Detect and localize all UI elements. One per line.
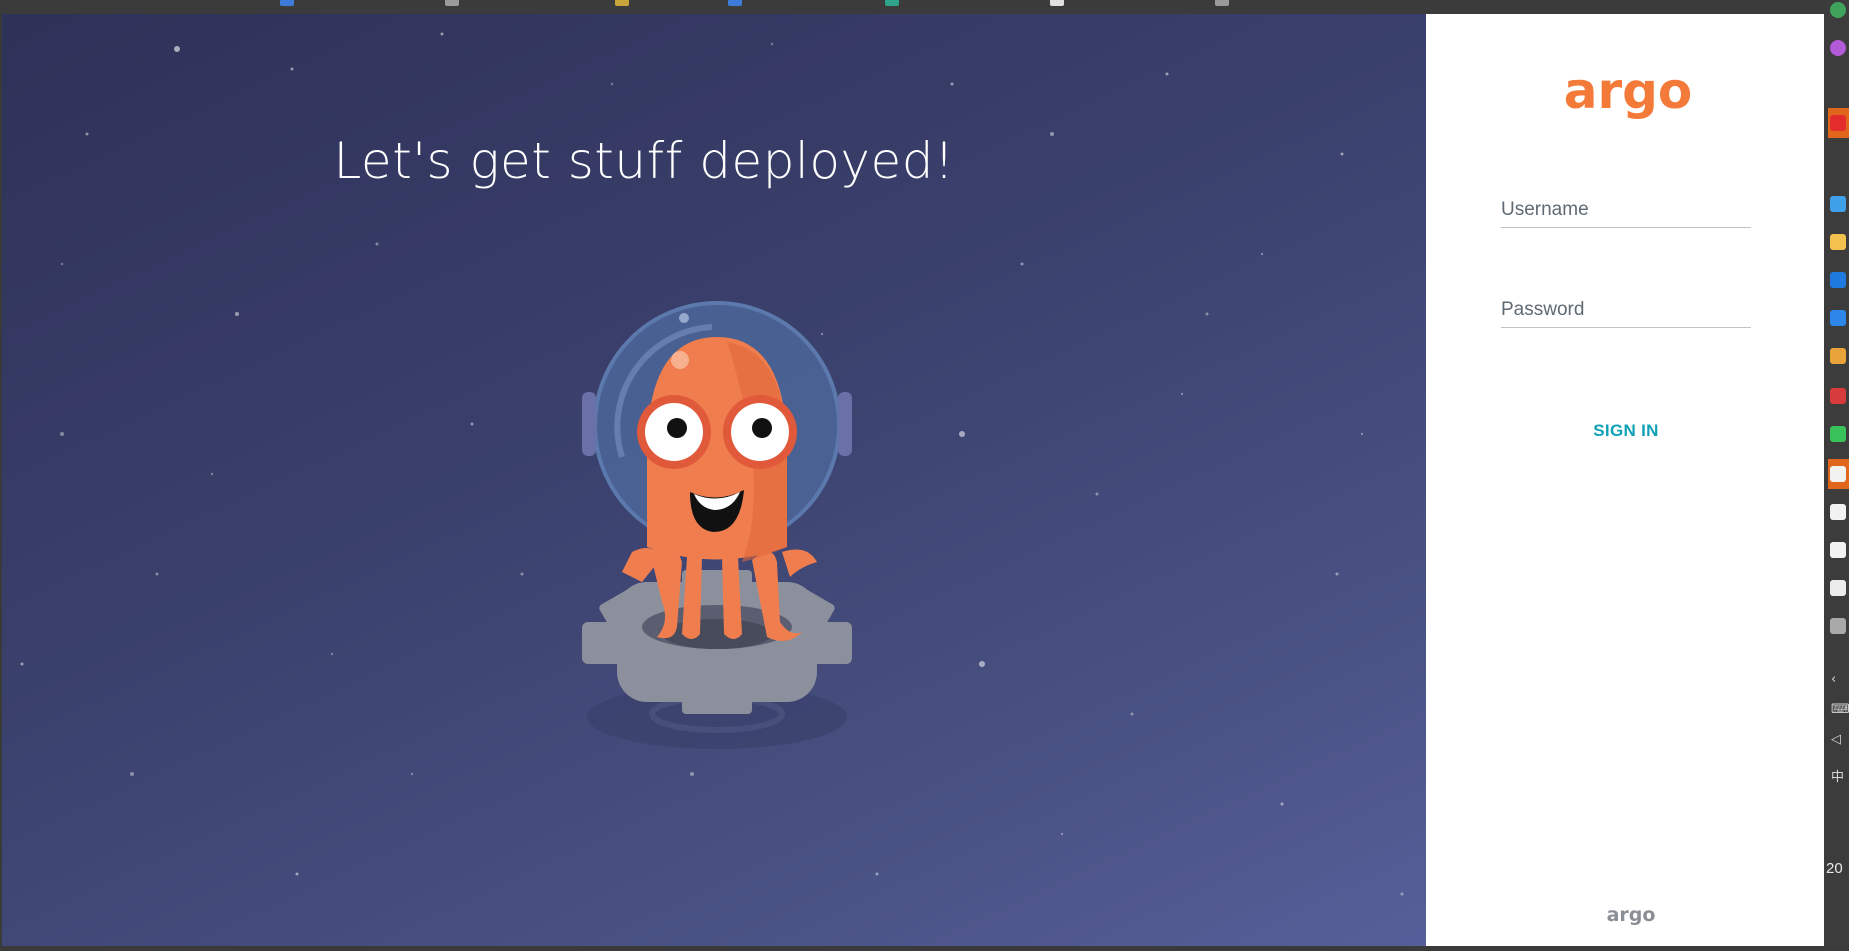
penguin-icon[interactable] (1830, 504, 1846, 520)
sign-in-button[interactable]: SIGN IN (1539, 411, 1713, 451)
tv-icon[interactable] (1830, 348, 1846, 364)
penguin-icon[interactable] (1830, 466, 1846, 482)
argo-logo: argo (1564, 62, 1692, 120)
chevron-left-icon[interactable]: ‹ (1831, 672, 1836, 687)
cloud-sync-icon[interactable] (1830, 310, 1846, 326)
ime-icon[interactable]: 中 (1831, 766, 1844, 785)
tab-favicon[interactable] (728, 0, 742, 6)
tab-favicon[interactable] (445, 0, 459, 6)
text-app-icon[interactable] (1830, 580, 1846, 596)
argo-login-page: Let's get stuff deployed! argo Username … (2, 14, 1824, 946)
system-taskbar: ‹ ⌨ ◁ 中 20 (1824, 0, 1849, 951)
messenger-icon[interactable] (1830, 40, 1846, 56)
chrome-icon[interactable] (1830, 2, 1846, 18)
browser-top-strip (0, 0, 1849, 14)
svg-text:argo: argo (1607, 904, 1656, 926)
keyboard-icon[interactable]: ⌨ (1831, 702, 1849, 717)
svg-text:argo: argo (1564, 62, 1692, 120)
cloud-icon[interactable] (1830, 272, 1846, 288)
clock-text: 20 (1826, 860, 1843, 877)
tab-favicon[interactable] (615, 0, 629, 6)
download-icon[interactable] (1830, 196, 1846, 212)
hero-panel: Let's get stuff deployed! (2, 14, 1426, 946)
argo-octopus-mascot (582, 301, 852, 749)
tab-favicon[interactable] (280, 0, 294, 6)
tab-favicon[interactable] (1050, 0, 1064, 6)
hero-title: Let's get stuff deployed! (333, 132, 955, 190)
login-panel: argo SIGN IN argo (1426, 14, 1824, 946)
password-input[interactable] (1501, 292, 1751, 328)
folder-icon[interactable] (1830, 234, 1846, 250)
vivaldi-icon[interactable] (1830, 388, 1846, 404)
tab-favicon[interactable] (885, 0, 899, 6)
tab-favicon[interactable] (1215, 0, 1229, 6)
volume-icon[interactable]: ◁ (1831, 732, 1841, 747)
window-bottom-edge (0, 946, 1824, 951)
line-chat-icon[interactable] (1830, 426, 1846, 442)
argo-footer-logo: argo (1607, 904, 1656, 926)
username-input[interactable] (1501, 192, 1751, 228)
penguin-icon[interactable] (1830, 542, 1846, 558)
image-icon[interactable] (1830, 618, 1846, 634)
red-app-icon[interactable] (1830, 115, 1846, 131)
